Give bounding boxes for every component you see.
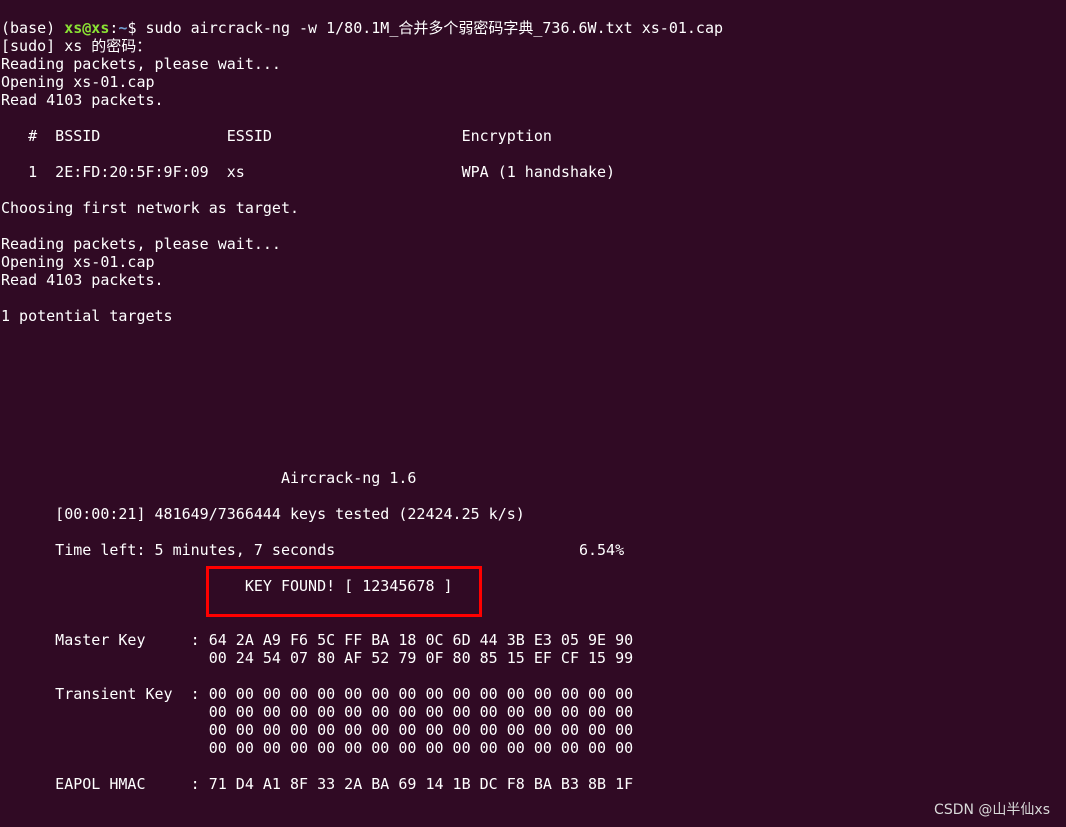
prompt-user-host: xs@xs [64,19,110,37]
opening-file-line-2: Opening xs-01.cap [1,253,155,271]
prompt-symbol: $ [127,19,146,37]
read-packets-line: Read 4103 packets. [1,91,164,109]
transient-key-line-2: 00 00 00 00 00 00 00 00 00 00 00 00 00 0… [1,703,634,721]
prompt-env: (base) [1,19,65,37]
network-table-header: # BSSID ESSID Encryption [1,127,552,145]
choosing-target-line: Choosing first network as target. [1,199,300,217]
read-packets-line-2: Read 4103 packets. [1,271,164,289]
transient-key-line-1: Transient Key : 00 00 00 00 00 00 00 00 … [1,685,634,703]
aircrack-title: Aircrack-ng 1.6 [1,469,417,487]
opening-file-line: Opening xs-01.cap [1,73,155,91]
reading-packets-line-2: Reading packets, please wait... [1,235,281,253]
csdn-watermark: CSDN @山半仙xs [934,802,1050,818]
command-text: sudo aircrack-ng -w 1/80.1M_合并多个弱密码字典_73… [145,19,724,37]
master-key-line-1: Master Key : 64 2A A9 F6 5C FF BA 18 0C … [1,631,634,649]
reading-packets-line: Reading packets, please wait... [1,55,281,73]
command-line: (base) xs@xs:~$ sudo aircrack-ng -w 1/80… [1,19,723,37]
transient-key-line-4: 00 00 00 00 00 00 00 00 00 00 00 00 00 0… [1,739,634,757]
eapol-hmac-line: EAPOL HMAC : 71 D4 A1 8F 33 2A BA 69 14 … [1,775,634,793]
key-found-highlight-box [206,566,482,617]
potential-targets-line: 1 potential targets [1,307,173,325]
master-key-line-2: 00 24 54 07 80 AF 52 79 0F 80 85 15 EF C… [1,649,634,667]
sudo-password-prompt: [sudo] xs 的密码： [1,37,152,55]
network-table-row: 1 2E:FD:20:5F:9F:09 xs WPA (1 handshake) [1,163,616,181]
transient-key-line-3: 00 00 00 00 00 00 00 00 00 00 00 00 00 0… [1,721,634,739]
keys-tested-line: [00:00:21] 481649/7366444 keys tested (2… [1,505,525,523]
time-left-line: Time left: 5 minutes, 7 seconds 6.54% [1,541,625,559]
